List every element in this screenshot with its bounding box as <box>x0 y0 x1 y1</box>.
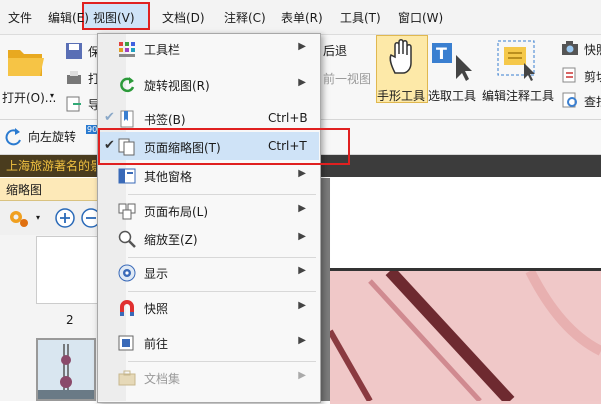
view-menu-item-doc-set: 文档集 ▶ <box>98 364 318 392</box>
view-menu-label-doc-set: 文档集 <box>144 372 181 386</box>
annotation-highlight-box <box>98 128 350 165</box>
toolbar-icon <box>119 42 135 57</box>
view-menu-item-toolbar[interactable]: 工具栏 ▶ <box>98 35 318 63</box>
view-menu-label-display: 显示 <box>144 267 169 281</box>
select-text-tool-icon[interactable]: T <box>430 41 476 81</box>
menu-comment[interactable]: 注释(C) <box>224 9 266 26</box>
find-button[interactable]: 查找 <box>584 93 601 110</box>
tv-tower-thumbnail-image <box>38 340 94 399</box>
document-tab[interactable]: 上海旅游著名的景点 <box>0 155 96 177</box>
view-menu-item-display[interactable]: 显示 ▶ <box>98 259 318 287</box>
snapshot-magnet-icon <box>120 300 134 316</box>
edit-annotation-tool-icon[interactable] <box>494 37 540 81</box>
submenu-arrow-icon: ▶ <box>298 203 306 214</box>
submenu-arrow-icon: ▶ <box>298 168 306 179</box>
view-menu-label-other-panes: 其他窗格 <box>144 170 193 184</box>
view-menu-label-rotate-view: 旋转视图(R) <box>144 79 210 93</box>
print-icon[interactable] <box>64 68 84 88</box>
view-menu-item-go-to[interactable]: 前往 ▶ <box>98 329 318 357</box>
snapshot-button[interactable]: 快照 <box>584 41 601 58</box>
thumbnail-toolbar: ▾ <box>0 201 98 235</box>
checkmark-icon: ✔ <box>104 110 115 125</box>
thumbnail-options-gear-icon[interactable] <box>6 207 30 229</box>
submenu-arrow-icon: ▶ <box>298 335 306 346</box>
menu-separator <box>128 257 316 258</box>
menu-bar: 文件 编辑(E) 视图(V) 文档(D) 注释(C) 表单(R) 工具(T) 窗… <box>0 0 601 35</box>
edit-annotation-tool-button[interactable]: 编辑注释工具 <box>482 87 554 104</box>
rotate-left-icon[interactable] <box>2 126 24 146</box>
view-menu-item-page-layout[interactable]: 页面布局(L) ▶ <box>98 197 318 225</box>
zoom-in-thumbnails-icon[interactable] <box>54 207 76 229</box>
submenu-arrow-icon: ▶ <box>298 231 306 242</box>
menu-separator <box>128 291 316 292</box>
view-menu-item-other-panes[interactable]: 其他窗格 ▶ <box>98 162 318 190</box>
thumbnail-page-2[interactable] <box>36 236 98 304</box>
open-button[interactable]: 打开(O)... <box>2 89 56 106</box>
submenu-arrow-icon: ▶ <box>298 41 306 52</box>
menu-edit[interactable]: 编辑(E) <box>48 9 89 26</box>
thumbnail-panel-header: 缩略图 <box>0 178 98 201</box>
cut-icon[interactable] <box>560 65 580 85</box>
rotate-left-button[interactable]: 向左旋转 <box>28 128 76 145</box>
document-photo <box>327 266 601 404</box>
view-menu-item-snapshot[interactable]: 快照 ▶ <box>98 294 318 322</box>
open-dropdown-icon[interactable]: ▾ <box>50 91 54 100</box>
zoom-out-thumbnails-icon[interactable] <box>80 207 98 229</box>
other-panes-icon <box>118 168 136 184</box>
submenu-arrow-icon: ▶ <box>298 265 306 276</box>
submenu-arrow-icon: ▶ <box>298 370 306 381</box>
zoom-icon <box>118 230 136 248</box>
select-tool-button[interactable]: 选取工具 <box>428 87 476 104</box>
bookmark-icon <box>120 110 134 128</box>
snapshot-camera-icon[interactable] <box>560 39 580 57</box>
menu-separator <box>128 194 316 195</box>
doc-set-icon <box>118 370 136 386</box>
view-menu-label-toolbar: 工具栏 <box>144 43 181 57</box>
page-layout-icon <box>118 203 136 220</box>
menu-file[interactable]: 文件 <box>8 9 32 26</box>
back-button[interactable]: 后退 <box>323 42 347 59</box>
menu-tools[interactable]: 工具(T) <box>340 9 381 26</box>
menu-separator <box>128 361 316 362</box>
view-menu-label-go-to: 前往 <box>144 337 169 351</box>
menu-form[interactable]: 表单(R) <box>281 9 323 26</box>
menu-document[interactable]: 文档(D) <box>162 9 205 26</box>
view-menu-label-page-layout: 页面布局(L) <box>144 205 209 219</box>
thumbnail-options-dropdown-icon[interactable]: ▾ <box>36 213 40 222</box>
find-icon[interactable] <box>560 90 580 110</box>
cut-button[interactable]: 剪切 <box>584 68 601 85</box>
hand-tool-icon[interactable] <box>387 39 417 75</box>
view-menu-label-zoom-to: 缩放至(Z) <box>144 233 198 247</box>
view-menu-item-rotate-view[interactable]: 旋转视图(R) ▶ <box>98 71 318 99</box>
export-icon[interactable] <box>64 94 84 114</box>
thumbnail-page-number: 2 <box>66 313 74 327</box>
view-menu-label-snapshot: 快照 <box>144 302 169 316</box>
menu-window[interactable]: 窗口(W) <box>398 9 443 26</box>
previous-view-button[interactable]: 前一视图 <box>323 70 371 87</box>
submenu-arrow-icon: ▶ <box>298 77 306 88</box>
tower-photo-image <box>327 266 601 404</box>
rotate-view-icon <box>120 77 135 93</box>
display-eye-icon <box>118 264 136 282</box>
svg-text:T: T <box>436 44 447 63</box>
view-menu-label-bookmarks: 书签(B) <box>144 113 186 127</box>
view-menu-item-zoom-to[interactable]: 缩放至(Z) ▶ <box>98 225 318 253</box>
save-icon[interactable] <box>64 41 84 61</box>
thumbnail-page-3[interactable] <box>36 338 96 401</box>
submenu-arrow-icon: ▶ <box>298 300 306 311</box>
go-to-icon <box>118 335 134 351</box>
thumbnail-panel-title: 缩略图 <box>6 183 43 197</box>
hand-tool-button[interactable]: 手形工具 <box>377 87 425 104</box>
menu-view[interactable]: 视图(V) <box>93 9 135 26</box>
view-menu-shortcut-bookmarks: Ctrl+B <box>268 111 308 125</box>
open-folder-icon[interactable] <box>6 44 46 78</box>
